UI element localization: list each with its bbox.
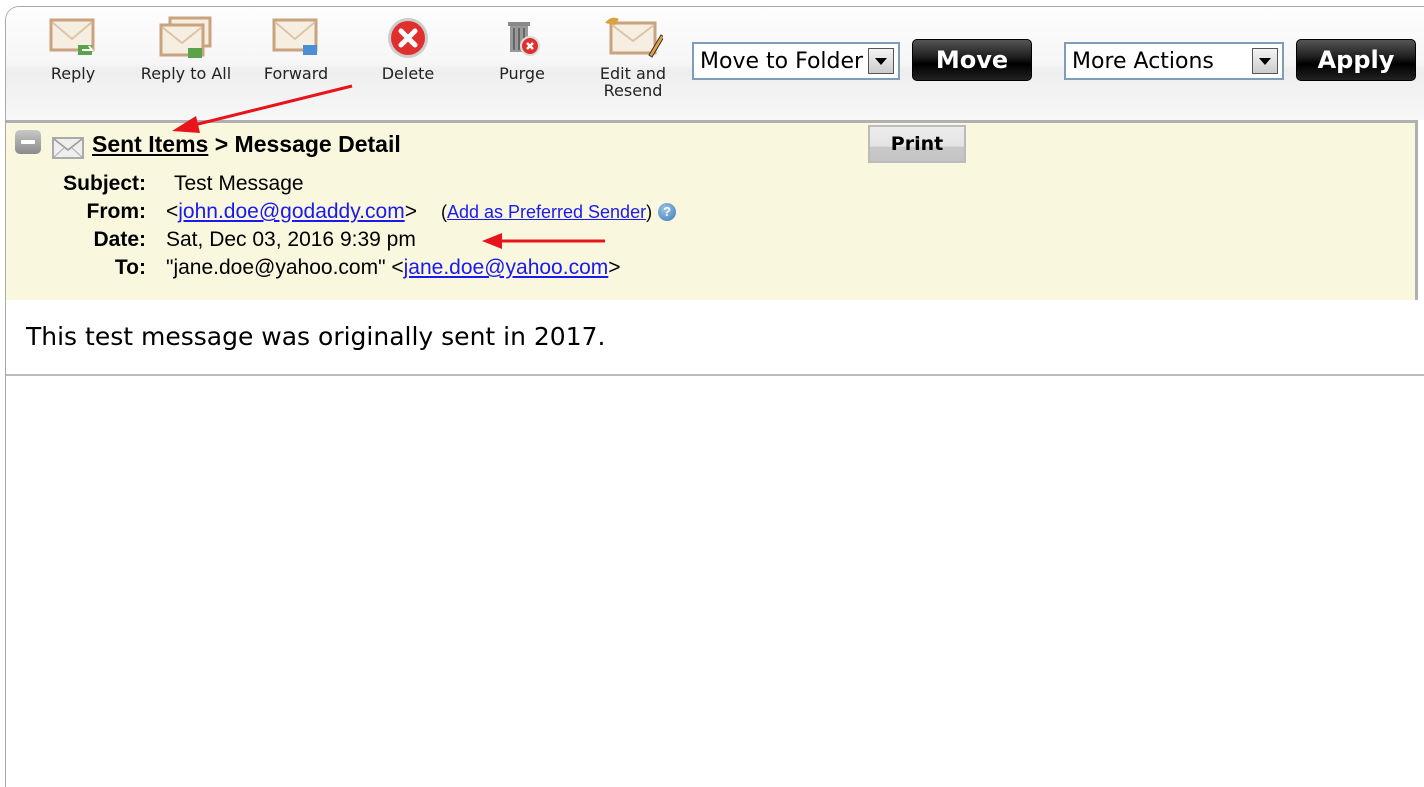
from-label: From: [86, 200, 147, 223]
date-row: Date: Sat, Dec 03, 2016 9:39 pm [6, 226, 416, 254]
reply-label: Reply [50, 64, 96, 83]
help-icon[interactable]: ? [658, 203, 677, 221]
to-suffix: > [608, 256, 621, 279]
from-email-link[interactable]: john.doe@godaddy.com [178, 200, 404, 224]
subject-label: Subject: [63, 172, 146, 195]
delete-button[interactable]: Delete [372, 15, 444, 83]
from-prefix: < [166, 200, 179, 223]
message-body: This test message was originally sent in… [26, 322, 606, 351]
delete-label: Delete [381, 64, 435, 83]
from-suffix: > [404, 200, 417, 223]
purge-button[interactable]: Purge [492, 15, 552, 83]
delete-icon [372, 15, 444, 61]
more-actions-select[interactable]: More Actions [1064, 42, 1284, 80]
edit-resend-label-line2: Resend [603, 81, 663, 100]
reply-icon [42, 15, 104, 61]
move-to-folder-value: Move to Folder [700, 48, 864, 74]
reply-all-icon [136, 15, 236, 61]
reply-button[interactable]: Reply [42, 15, 104, 83]
add-preferred-sender-link[interactable]: Add as Preferred Sender [447, 202, 646, 223]
from-row: From: < john.doe@godaddy.com > (Add as Pre… [6, 198, 677, 226]
to-label: To: [114, 256, 146, 279]
reply-all-button[interactable]: Reply to All [136, 15, 236, 83]
print-button[interactable]: Print [868, 125, 966, 163]
chevron-down-icon[interactable] [1252, 48, 1278, 74]
move-to-folder-select[interactable]: Move to Folder [692, 42, 900, 80]
breadcrumb: Sent Items > Message Detail [92, 131, 401, 158]
purge-icon [492, 15, 552, 61]
reply-all-label: Reply to All [140, 64, 232, 83]
to-name: "jane.doe@yahoo.com" < [166, 256, 404, 279]
move-button[interactable]: Move [912, 39, 1032, 81]
date-label: Date: [93, 228, 146, 251]
to-row: To: "jane.doe@yahoo.com" < jane.doe@yahoo… [6, 254, 621, 282]
breadcrumb-current: Message Detail [234, 131, 401, 157]
edit-resend-label-line1: Edit and [599, 64, 667, 83]
subject-value: Test Message [174, 172, 304, 195]
purge-label: Purge [499, 64, 545, 83]
to-email-link[interactable]: jane.doe@yahoo.com [404, 256, 609, 280]
body-divider [6, 374, 1424, 376]
edit-resend-label: Edit and Resend [592, 65, 674, 99]
breadcrumb-separator: > [208, 131, 235, 157]
forward-label: Forward [263, 64, 329, 83]
collapse-button[interactable] [15, 130, 41, 154]
subject-row: Subject: Test Message [6, 170, 304, 198]
edit-resend-button[interactable]: Edit and Resend [592, 15, 674, 99]
apply-button[interactable]: Apply [1296, 39, 1416, 81]
preferred-close: ) [646, 201, 653, 222]
edit-resend-icon [592, 15, 674, 61]
message-header-panel: Sent Items > Message Detail Print Subjec… [6, 120, 1418, 300]
date-value: Sat, Dec 03, 2016 9:39 pm [166, 228, 416, 251]
more-actions-value: More Actions [1072, 48, 1214, 74]
chevron-down-icon[interactable] [868, 48, 894, 74]
envelope-icon [52, 137, 84, 164]
forward-button[interactable]: Forward [256, 15, 336, 83]
forward-icon [256, 15, 336, 61]
toolbar: Reply Reply to All Forward Delete Purge … [6, 7, 1424, 120]
breadcrumb-sent-items-link[interactable]: Sent Items [92, 131, 208, 157]
